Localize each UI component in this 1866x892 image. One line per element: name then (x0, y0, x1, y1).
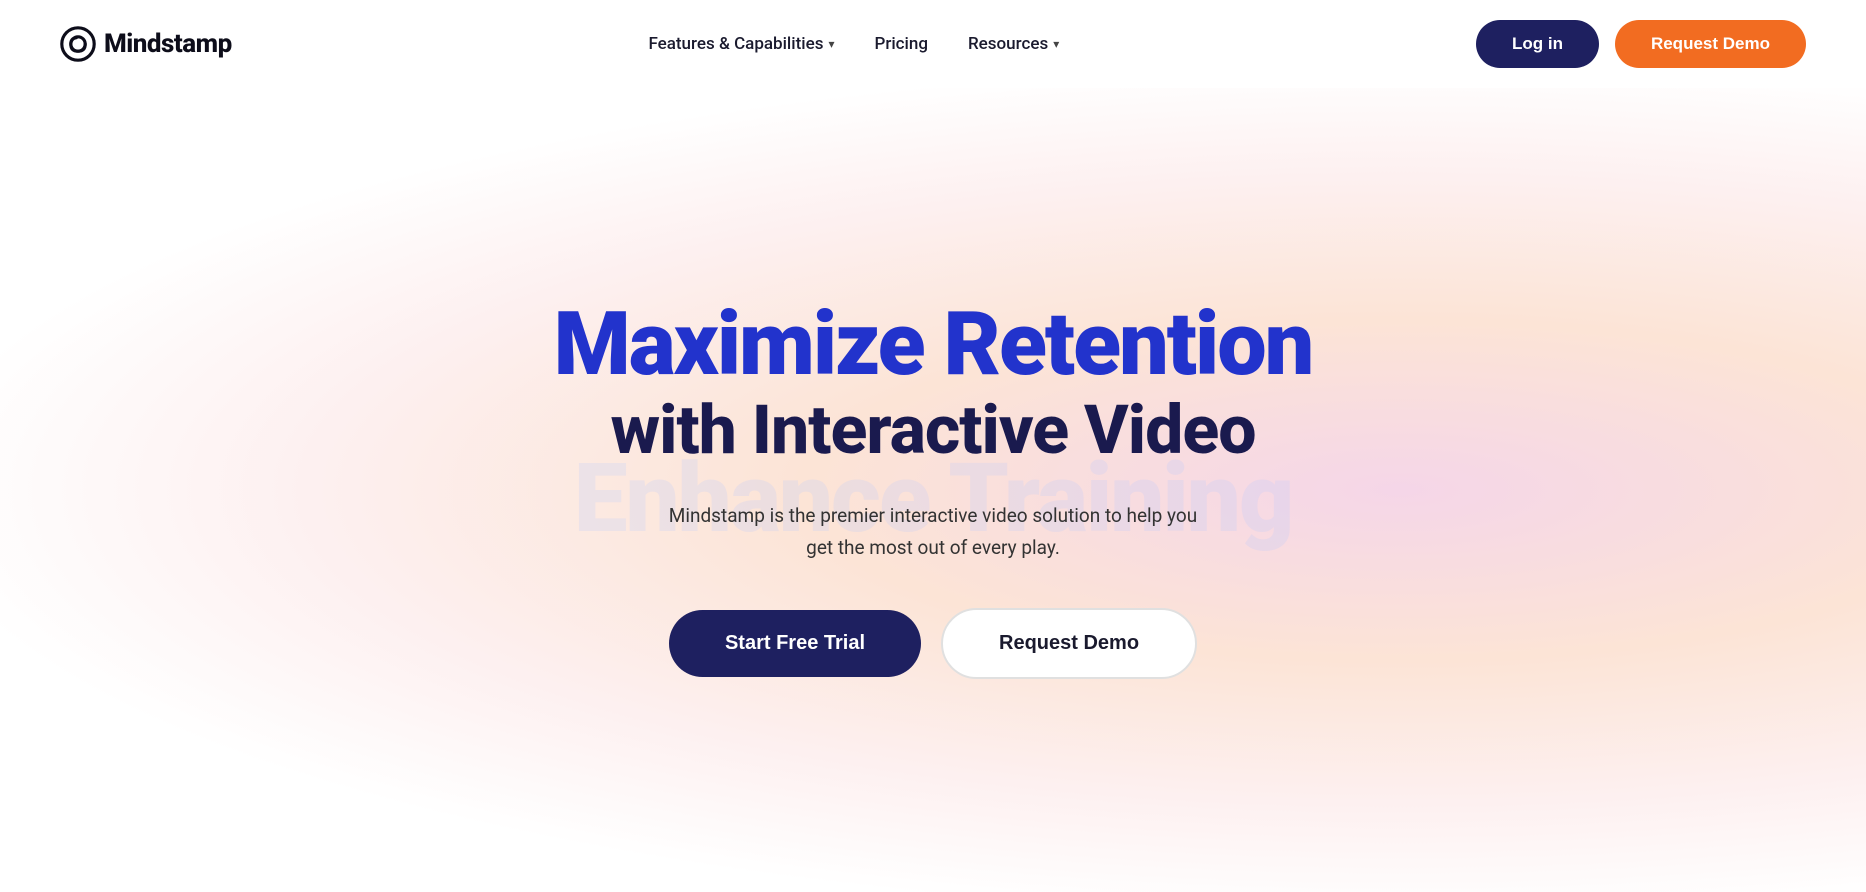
logo-link[interactable]: Mindstamp (60, 26, 232, 62)
hero-request-demo-button[interactable]: Request Demo (941, 608, 1197, 679)
hero-title-line1: Maximize Retention (554, 301, 1313, 389)
login-button[interactable]: Log in (1476, 20, 1599, 68)
hero-section: Enhance Training Maximize Retention with… (0, 88, 1866, 892)
start-free-trial-button[interactable]: Start Free Trial (669, 610, 921, 677)
nav-item-features[interactable]: Features & Capabilities ▾ (632, 26, 850, 62)
nav-item-pricing[interactable]: Pricing (858, 26, 944, 62)
navbar: Mindstamp Features & Capabilities ▾ Pric… (0, 0, 1866, 88)
chevron-down-icon: ▾ (1053, 37, 1059, 51)
logo-text: Mindstamp (104, 29, 232, 59)
hero-title: Maximize Retention with Interactive Vide… (554, 301, 1313, 468)
hero-buttons: Start Free Trial Request Demo (554, 608, 1313, 679)
nav-request-demo-button[interactable]: Request Demo (1615, 20, 1806, 68)
chevron-down-icon: ▾ (828, 37, 834, 51)
hero-title-line2: with Interactive Video (554, 393, 1313, 468)
hero-content: Maximize Retention with Interactive Vide… (534, 301, 1333, 679)
nav-actions: Log in Request Demo (1476, 20, 1806, 68)
logo-icon (60, 26, 96, 62)
nav-item-resources[interactable]: Resources ▾ (952, 26, 1075, 62)
nav-links: Features & Capabilities ▾ Pricing Resour… (632, 26, 1075, 62)
hero-description: Mindstamp is the premier interactive vid… (653, 500, 1213, 565)
